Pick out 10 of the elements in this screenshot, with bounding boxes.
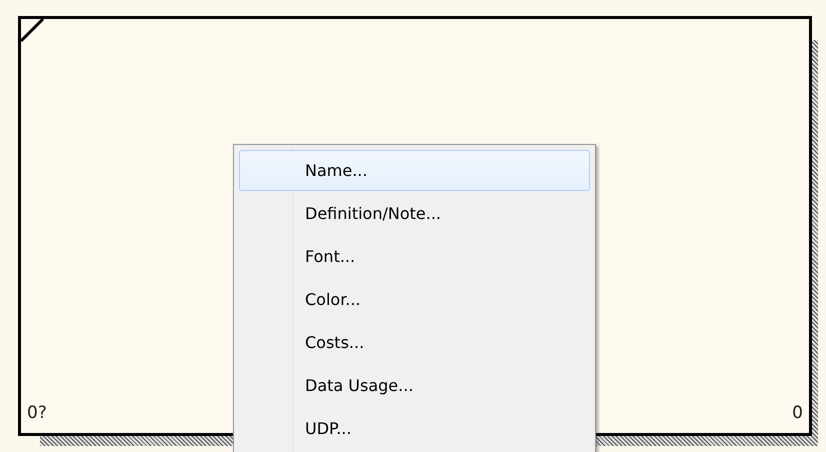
menu-item[interactable]: Costs... (239, 322, 590, 363)
menu-item[interactable]: UDP... (239, 408, 590, 449)
element-label: 0? (27, 403, 47, 423)
corner-mark-icon (21, 19, 46, 44)
element-label: 0 (792, 403, 803, 423)
menu-item[interactable]: Color... (239, 279, 590, 320)
menu-item[interactable]: Data Usage... (239, 365, 590, 406)
menu-item[interactable]: Definition/Note... (239, 193, 590, 234)
menu-item[interactable]: Name... (239, 150, 590, 191)
menu-item[interactable]: Font... (239, 236, 590, 277)
